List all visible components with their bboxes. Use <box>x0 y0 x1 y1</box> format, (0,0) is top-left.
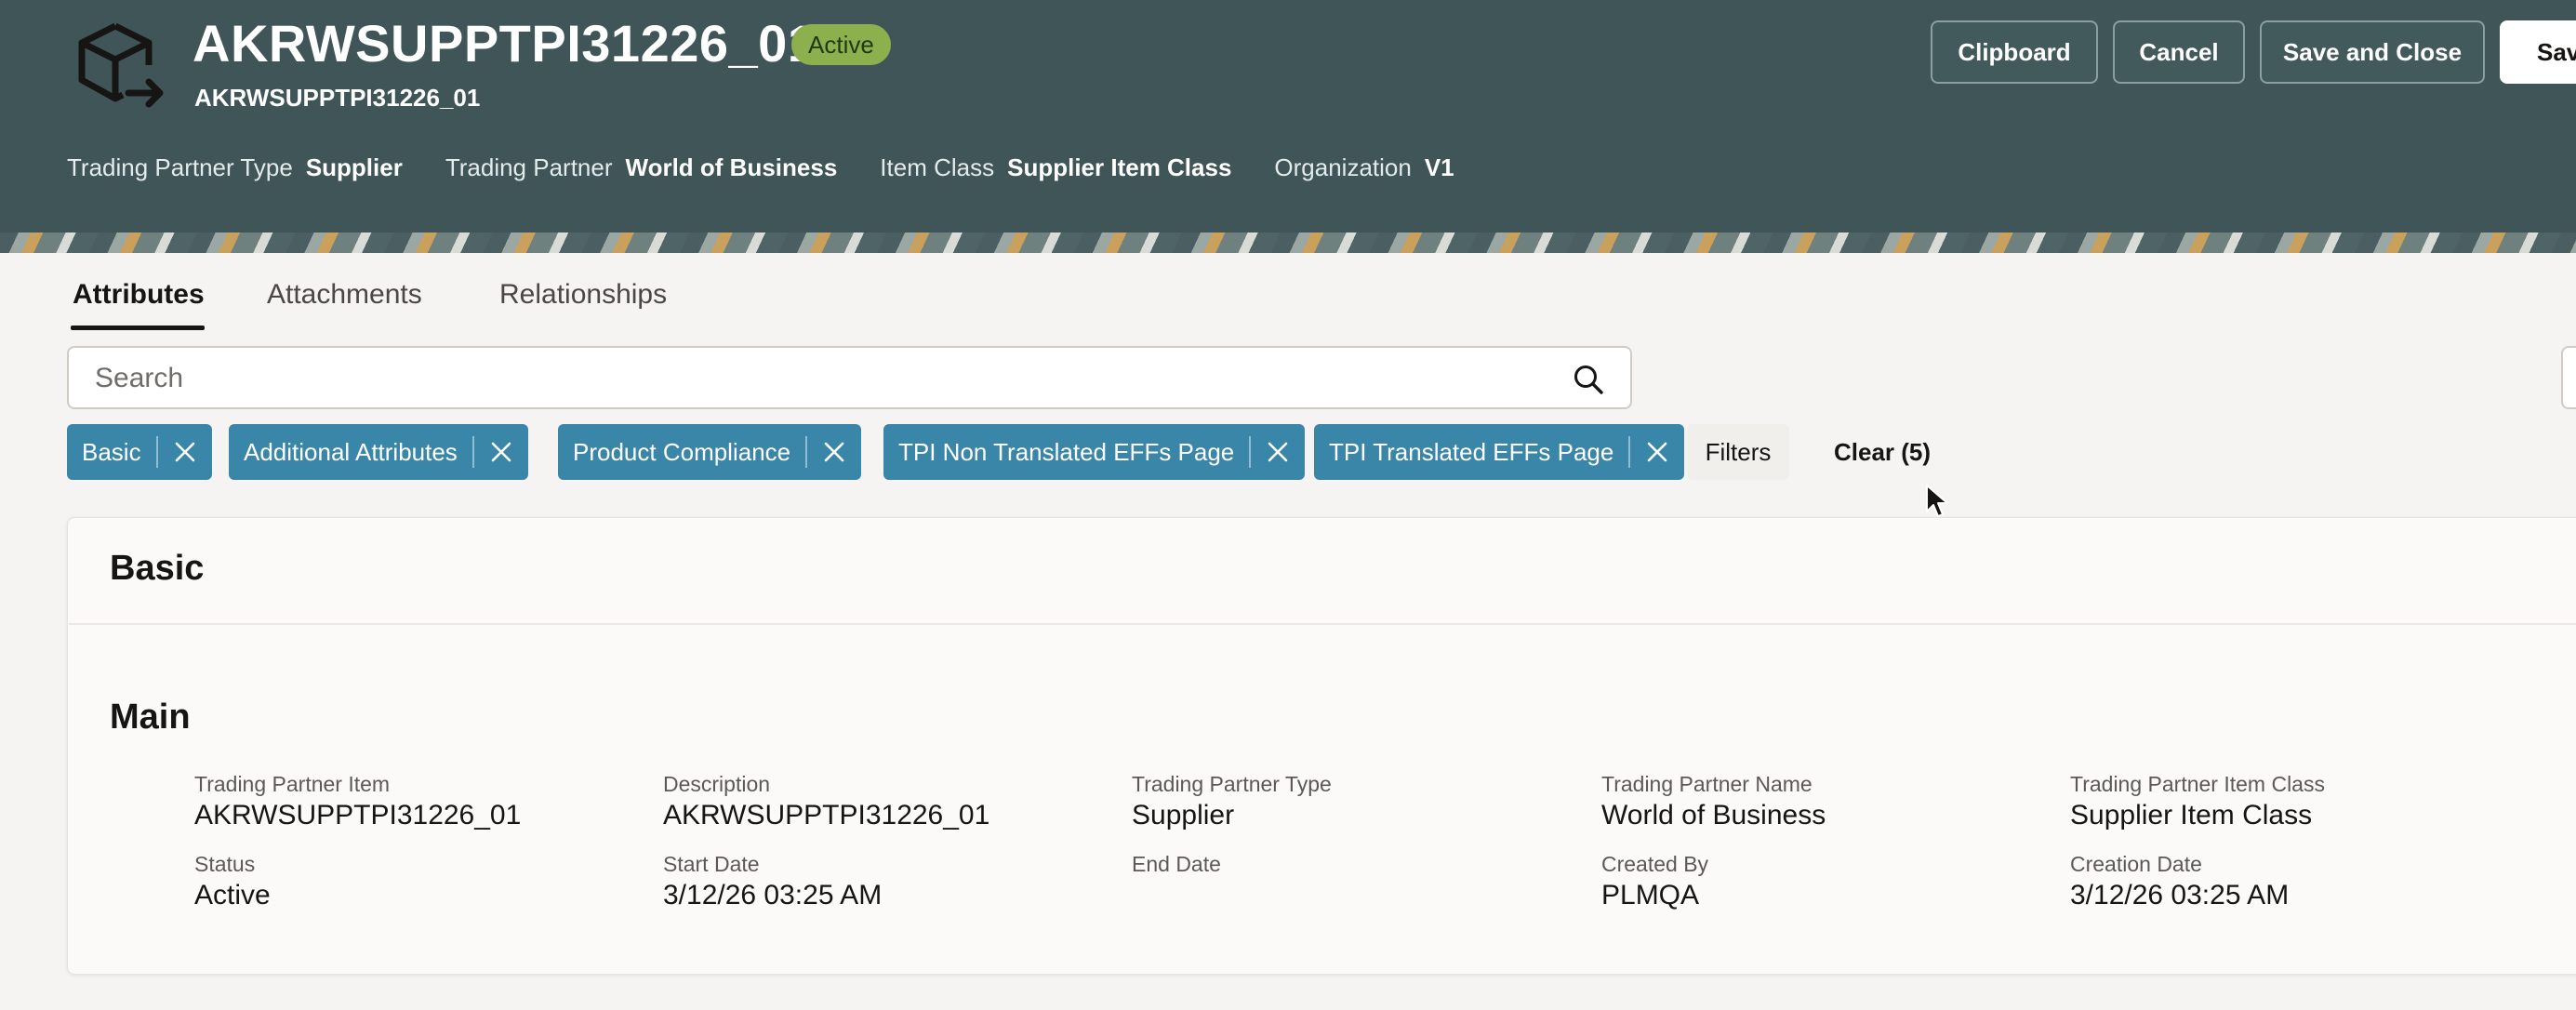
tab-attachments[interactable]: Attachments <box>267 279 422 311</box>
field-value-trading-partner-item: AKRWSUPPTPI31226_01 <box>194 800 522 831</box>
page-header: AKRWSUPPTPI31226_01 Active AKRWSUPPTPI31… <box>0 0 2576 233</box>
status-badge: Active <box>791 24 891 65</box>
save-button[interactable]: Sav <box>2500 20 2576 84</box>
chip-label: Additional Attributes <box>244 437 458 466</box>
meta-item-class: Item Class Supplier Item Class <box>880 153 1232 181</box>
active-tab-indicator <box>71 326 205 330</box>
field-label-trading-partner-item-class: Trading Partner Item Class <box>2070 772 2325 796</box>
mouse-cursor-icon <box>1926 485 1948 517</box>
meta-trading-partner: Trading Partner World of Business <box>445 153 838 181</box>
filter-chip-tpi-translated[interactable]: TPI Translated EFFs Page <box>1314 424 1685 480</box>
tab-attributes[interactable]: Attributes <box>73 279 205 311</box>
cancel-button[interactable]: Cancel <box>2113 20 2245 84</box>
field-value-description: AKRWSUPPTPI31226_01 <box>663 800 990 831</box>
clear-filters-button[interactable]: Clear (5) <box>1834 424 1931 480</box>
close-icon[interactable] <box>1630 424 1684 480</box>
field-label-created-by: Created By <box>1601 852 1709 876</box>
save-and-close-button[interactable]: Save and Close <box>2260 20 2485 84</box>
close-icon[interactable] <box>1251 424 1305 480</box>
search-box <box>67 346 1632 409</box>
chip-label: TPI Translated EFFs Page <box>1329 437 1614 466</box>
section-title-basic: Basic <box>110 549 205 588</box>
search-input[interactable] <box>95 359 1527 398</box>
field-value-trading-partner-item-class: Supplier Item Class <box>2070 800 2313 831</box>
meta-organization: Organization V1 <box>1274 153 1454 181</box>
section-title-main: Main <box>110 698 191 737</box>
page-title: AKRWSUPPTPI31226_01 <box>193 14 817 73</box>
field-label-trading-partner-name: Trading Partner Name <box>1601 772 1812 796</box>
field-value-trading-partner-type: Supplier <box>1132 800 1235 831</box>
side-panel-button[interactable] <box>2561 346 2576 409</box>
field-label-creation-date: Creation Date <box>2070 852 2202 876</box>
field-value-status: Active <box>194 880 271 910</box>
field-label-status: Status <box>194 852 256 876</box>
cube-arrow-icon <box>78 22 164 108</box>
filter-chip-tpi-non-translated[interactable]: TPI Non Translated EFFs Page <box>883 424 1306 480</box>
clipboard-button[interactable]: Clipboard <box>1931 20 2098 84</box>
filters-button[interactable]: Filters <box>1687 424 1789 480</box>
filter-chip-basic[interactable]: Basic <box>67 424 212 480</box>
field-label-description: Description <box>663 772 771 796</box>
chip-label: Product Compliance <box>573 437 791 466</box>
chip-label: TPI Non Translated EFFs Page <box>898 437 1235 466</box>
field-value-trading-partner-name: World of Business <box>1601 800 1826 831</box>
field-label-trading-partner-item: Trading Partner Item <box>194 772 391 796</box>
field-label-start-date: Start Date <box>663 852 760 876</box>
close-icon[interactable] <box>807 424 861 480</box>
chip-label: Basic <box>82 437 141 466</box>
filter-chip-product-compliance[interactable]: Product Compliance <box>558 424 862 480</box>
field-label-trading-partner-type: Trading Partner Type <box>1132 772 1332 796</box>
page-subtitle: AKRWSUPPTPI31226_01 <box>194 84 481 112</box>
tab-relationships[interactable]: Relationships <box>499 279 667 311</box>
section-divider <box>69 623 2576 625</box>
field-label-end-date: End Date <box>1132 852 1221 876</box>
field-value-created-by: PLMQA <box>1601 880 1700 910</box>
search-icon[interactable] <box>1573 364 1604 395</box>
header-banner-pattern <box>0 233 2576 253</box>
header-meta: Trading Partner Type Supplier Trading Par… <box>67 151 1454 184</box>
filter-chip-additional-attributes[interactable]: Additional Attributes <box>229 424 528 480</box>
field-value-creation-date: 3/12/26 03:25 AM <box>2070 880 2290 910</box>
meta-trading-partner-type: Trading Partner Type Supplier <box>67 153 403 181</box>
field-value-start-date: 3/12/26 03:25 AM <box>663 880 883 910</box>
close-icon[interactable] <box>474 424 528 480</box>
close-icon[interactable] <box>158 424 212 480</box>
